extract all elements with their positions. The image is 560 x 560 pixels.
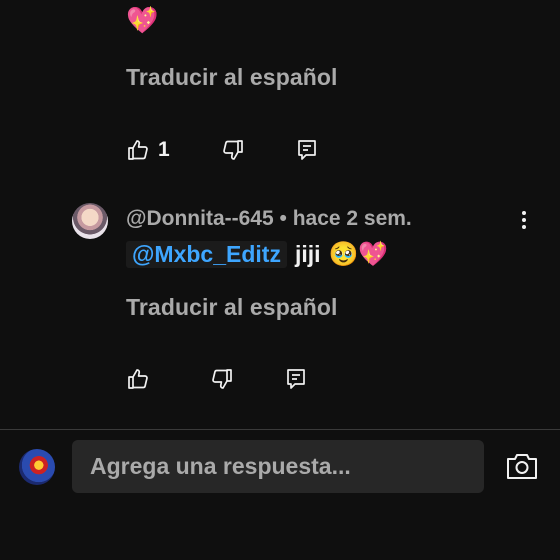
camera-icon[interactable] <box>506 452 538 480</box>
reply-time: hace 2 sem. <box>292 207 412 230</box>
translate-button[interactable]: Traducir al español <box>126 64 338 91</box>
thumbs-down-icon <box>210 367 234 391</box>
reply-actions <box>126 366 308 392</box>
reply-translate-button[interactable]: Traducir al español <box>126 294 338 321</box>
reply-body: jiji <box>294 240 321 267</box>
comment-actions: 1 <box>126 137 319 163</box>
reply-author[interactable]: @Donnita--645 <box>126 207 274 230</box>
composer-divider <box>0 429 560 430</box>
reply-dislike-button[interactable] <box>210 367 234 391</box>
like-count: 1 <box>158 138 170 161</box>
thumbs-up-icon <box>126 138 150 162</box>
reply-input[interactable]: Agrega una respuesta... <box>72 440 484 493</box>
thumbs-up-icon <box>126 367 150 391</box>
reply-author-avatar[interactable] <box>72 203 108 239</box>
dislike-button[interactable] <box>221 138 245 162</box>
user-avatar[interactable] <box>19 449 55 485</box>
header-separator: • <box>273 207 293 230</box>
reply-comment-icon <box>295 138 319 162</box>
reply-input-placeholder: Agrega una respuesta... <box>90 453 351 479</box>
reply-comment-icon <box>284 367 308 391</box>
reply-header: @Donnita--645 • hace 2 sem. <box>126 207 412 231</box>
more-vert-icon[interactable] <box>512 208 536 232</box>
like-button[interactable]: 1 <box>126 138 170 162</box>
reply-like-button[interactable] <box>126 367 150 391</box>
mention-link[interactable]: @Mxbc_Editz <box>126 240 287 268</box>
reply-reply-button[interactable] <box>284 367 308 391</box>
thumbs-down-icon <box>221 138 245 162</box>
reply-emojis: 🥹💖 <box>328 240 389 268</box>
reply-button[interactable] <box>295 138 319 162</box>
reply-content: @Mxbc_Editz jiji 🥹💖 <box>126 240 388 268</box>
comment-emoji: 💖 <box>126 6 159 36</box>
